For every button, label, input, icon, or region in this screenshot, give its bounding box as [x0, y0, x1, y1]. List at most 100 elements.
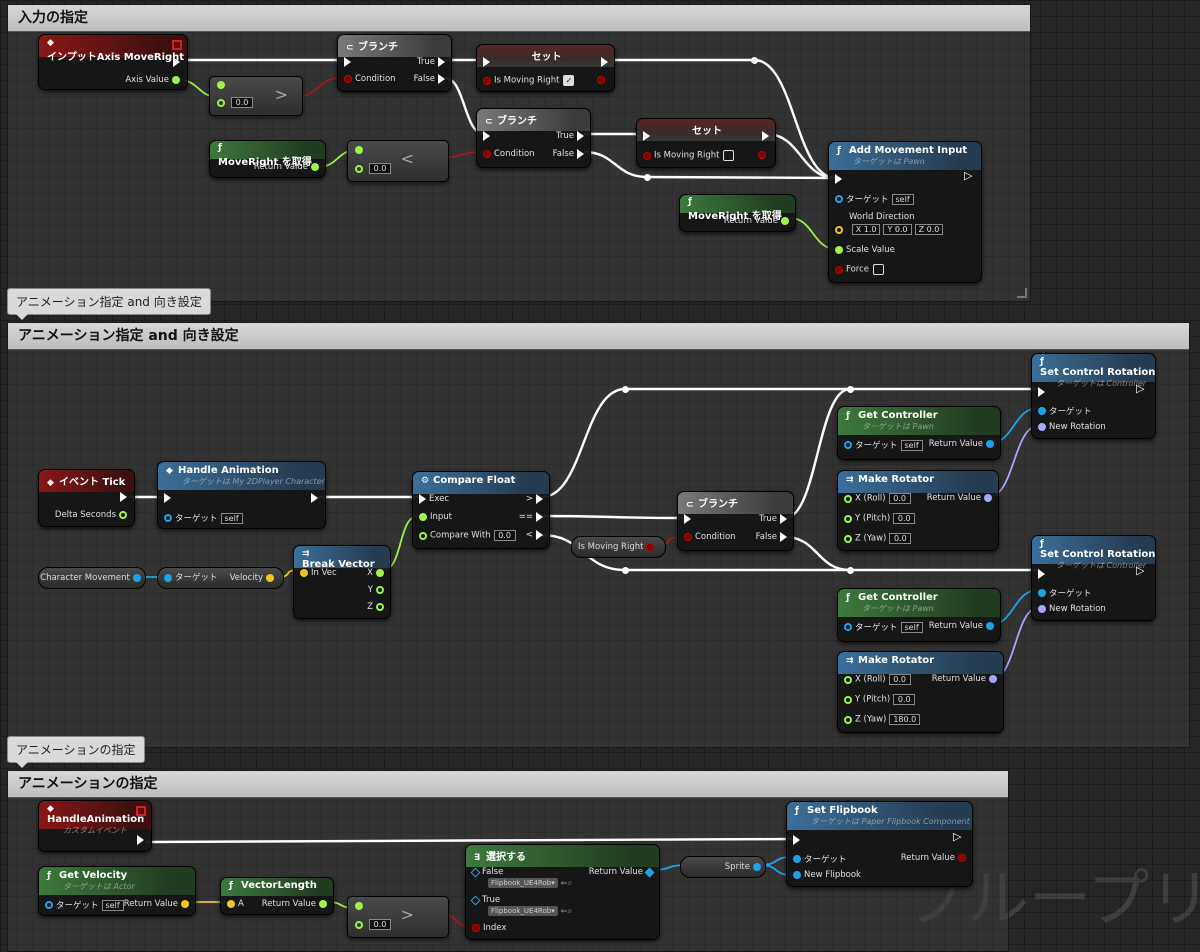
- x-value[interactable]: X 1.0: [851, 224, 881, 235]
- set-node-2[interactable]: セット Is Moving Right: [636, 118, 776, 168]
- input-axis-event-node[interactable]: ◆ インプットAxis MoveRight Axis Value: [38, 34, 188, 90]
- reroute-knot[interactable]: [751, 57, 758, 64]
- exec-in-pin[interactable]: [793, 835, 800, 845]
- handle-animation-call-node[interactable]: ◆ Handle Animation ターゲットは My 2DPlayer Char…: [157, 461, 326, 529]
- make-rotator-node-2[interactable]: ⇉ Make Rotator X (Roll) 0.0 Return Value Y…: [837, 651, 1004, 733]
- set-node-1[interactable]: セット Is Moving Right ✓: [476, 44, 615, 92]
- browse-icon[interactable]: ⇐⌕: [560, 907, 572, 917]
- y-pin[interactable]: [376, 586, 384, 594]
- reroute-knot[interactable]: [644, 174, 651, 181]
- target-pin[interactable]: [1038, 589, 1046, 597]
- roll-pin[interactable]: [844, 675, 852, 684]
- axis-value-pin[interactable]: [172, 76, 180, 84]
- return-pin[interactable]: [311, 163, 319, 171]
- roll-pin[interactable]: [844, 494, 852, 503]
- is-moving-right-checkbox[interactable]: ✓: [563, 75, 575, 86]
- a-pin[interactable]: [355, 145, 363, 154]
- get-moveright-node-1[interactable]: ƒMoveRight を取得 Return Value: [209, 140, 326, 178]
- b-value[interactable]: 0.0: [369, 163, 391, 174]
- vector-length-node[interactable]: ƒ VectorLength A Return Value: [220, 877, 334, 915]
- gt-exec-pin[interactable]: [536, 494, 543, 504]
- var-out-pin[interactable]: [758, 150, 766, 159]
- exec-out-pin[interactable]: [953, 830, 961, 843]
- break-vector-node[interactable]: ⇉Break Vector In Vec X Y Z: [293, 545, 391, 619]
- greater-node[interactable]: 0.0 >: [209, 76, 303, 116]
- return-pin[interactable]: [319, 900, 327, 908]
- lt-exec-pin[interactable]: [536, 530, 543, 540]
- var-pin[interactable]: [483, 76, 491, 85]
- set-control-rotation-node-1[interactable]: ƒSet Control Rotationターゲットは Controller タ…: [1031, 353, 1156, 439]
- exec-in-pin[interactable]: [835, 174, 842, 184]
- target-pin[interactable]: [844, 623, 852, 631]
- exec-out-pin[interactable]: [601, 57, 608, 67]
- exec-in-pin[interactable]: [483, 57, 490, 67]
- yaw-value[interactable]: 180.0: [889, 714, 921, 725]
- z-value[interactable]: Z 0.0: [914, 224, 944, 235]
- exec-out-pin[interactable]: [964, 169, 972, 182]
- exec-out-pin[interactable]: [173, 57, 180, 67]
- b-value[interactable]: 0.0: [369, 919, 391, 930]
- exec-out-pin[interactable]: [762, 131, 769, 141]
- input-pin[interactable]: [419, 513, 427, 521]
- resize-handle[interactable]: [1017, 288, 1027, 298]
- self-value[interactable]: self: [900, 621, 923, 633]
- self-value[interactable]: self: [891, 193, 914, 205]
- exec-out-pin[interactable]: [137, 835, 144, 845]
- reroute-knot[interactable]: [847, 567, 854, 574]
- reroute-knot[interactable]: [847, 386, 854, 393]
- target-pin[interactable]: [844, 441, 852, 449]
- exec-in-pin[interactable]: [483, 131, 490, 141]
- in-vec-pin[interactable]: [300, 569, 308, 577]
- greater-node-2[interactable]: 0.0 >: [347, 896, 449, 938]
- index-pin[interactable]: [472, 924, 480, 932]
- reroute-knot[interactable]: [622, 386, 629, 393]
- a-pin[interactable]: [227, 900, 235, 908]
- scale-value-pin[interactable]: [835, 246, 843, 254]
- target-pin[interactable]: [164, 573, 172, 582]
- return-pin[interactable]: [989, 675, 997, 683]
- false-option-pin[interactable]: [470, 867, 481, 877]
- comment-bubble-anim[interactable]: アニメーションの指定: [7, 736, 145, 768]
- exec-in-pin[interactable]: [1038, 387, 1045, 397]
- new-flipbook-pin[interactable]: [793, 871, 801, 879]
- true-flipbook-dropdown[interactable]: Flipbook_UE4Rob▾: [488, 906, 558, 916]
- yaw-pin[interactable]: [844, 715, 852, 724]
- yaw-pin[interactable]: [844, 534, 852, 543]
- new-rotation-pin[interactable]: [1038, 423, 1046, 431]
- is-moving-right-checkbox[interactable]: [723, 150, 735, 161]
- pitch-value[interactable]: 0.0: [893, 694, 916, 705]
- return-pin[interactable]: [984, 494, 992, 502]
- exec-out-pin[interactable]: [1136, 564, 1144, 577]
- a-pin[interactable]: [217, 80, 225, 89]
- exec-out-pin[interactable]: [311, 493, 318, 503]
- handle-animation-custom-event-node[interactable]: ◆HandleAnimation カスタムイベント: [38, 800, 152, 852]
- y-value[interactable]: Y 0.0: [883, 224, 912, 235]
- force-pin[interactable]: [835, 265, 843, 274]
- exec-out-pin[interactable]: [1136, 382, 1144, 395]
- make-rotator-node-1[interactable]: ⇉ Make Rotator X (Roll) 0.0 Return Value Y…: [837, 470, 999, 551]
- condition-pin[interactable]: [483, 150, 491, 158]
- delegate-pin[interactable]: [172, 40, 182, 50]
- yaw-value[interactable]: 0.0: [889, 533, 912, 544]
- return-pin[interactable]: [958, 854, 966, 862]
- var-pin[interactable]: [643, 151, 651, 160]
- compare-with-value[interactable]: 0.0: [493, 530, 516, 541]
- compare-with-pin[interactable]: [419, 531, 427, 540]
- condition-pin[interactable]: [344, 75, 352, 83]
- velocity-pin[interactable]: [266, 573, 274, 582]
- sprite-getter[interactable]: Sprite: [680, 856, 766, 878]
- target-pin[interactable]: [1038, 407, 1046, 415]
- self-value[interactable]: self: [101, 899, 124, 911]
- less-node[interactable]: 0.0 <: [347, 140, 449, 182]
- false-exec-pin[interactable]: [438, 74, 445, 84]
- exec-in-pin[interactable]: [164, 493, 171, 503]
- select-node[interactable]: ∃ 選択する False Flipbook_UE4Rob▾ ⇐⌕ Return V…: [465, 844, 660, 940]
- target-pin[interactable]: [164, 514, 172, 522]
- var-pin[interactable]: [646, 542, 655, 551]
- set-flipbook-node[interactable]: ƒ Set Flipbook ターゲットは Paper Flipbook Compo…: [786, 801, 973, 887]
- exec-in-pin[interactable]: [643, 131, 650, 141]
- add-movement-input-node[interactable]: ƒ Add Movement Inputターゲットは Pawn ターゲットself…: [828, 141, 982, 283]
- return-pin[interactable]: [986, 440, 994, 448]
- exec-in-pin[interactable]: [344, 57, 351, 67]
- comment-anim-dir[interactable]: アニメーション指定 and 向き設定: [7, 322, 1190, 748]
